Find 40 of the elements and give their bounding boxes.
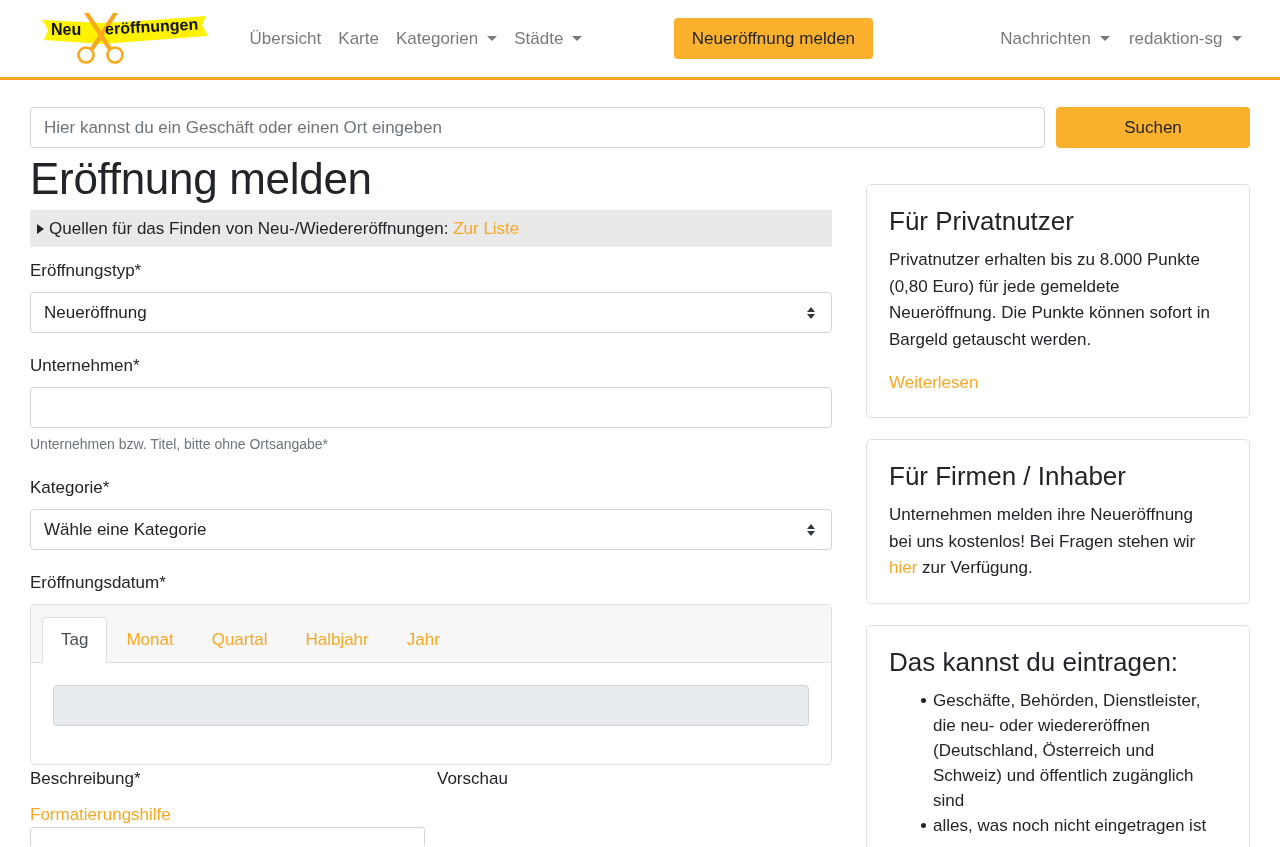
field-label: Eröffnungstyp*: [30, 260, 143, 282]
search-button[interactable]: Suchen: [1056, 107, 1250, 148]
caret-icon: [1231, 36, 1242, 41]
select-field[interactable]: Neueröffnung: [30, 292, 832, 333]
card-text: Unternehmen melden ihre Neueröffnung bei uns kostenlos! Bei Fragen stehen wir hier zur Verfügung.: [889, 504, 1197, 579]
bullet-icon: [921, 697, 926, 703]
field-label: Eröffnungsdatum*: [30, 572, 167, 594]
description-field[interactable]: [30, 827, 425, 846]
caret-icon: [572, 36, 583, 41]
company-field[interactable]: [30, 387, 832, 428]
page-title: Eröffnung melden: [30, 153, 373, 205]
help-text: Unternehmen bzw. Titel, bitte ohne Ortsangabe*: [30, 435, 330, 454]
dropdown-toggle[interactable]: redaktion-sg: [1120, 18, 1250, 59]
select-field[interactable]: Wähle eine Kategorie: [30, 509, 832, 550]
field-label: Beschreibung*: [30, 768, 142, 790]
updown-arrows-icon: [807, 523, 815, 536]
caret-icon: [1099, 36, 1110, 41]
card-title: Das kannst du eintragen:: [889, 646, 1180, 678]
bullet-icon: [921, 822, 926, 828]
date-tab[interactable]: Tag: [42, 617, 108, 663]
list-item-text: alles, was noch nicht eingetragen ist: [933, 814, 1207, 837]
report-button[interactable]: Neueröffnung melden: [673, 18, 874, 59]
field-label: Kategorie*: [30, 477, 111, 499]
disclosure-triangle-icon[interactable]: [37, 223, 44, 234]
search-field[interactable]: Hier kannst du ein Geschäft oder einen Ort eingeben: [30, 107, 1045, 148]
card-title: Für Firmen / Inhaber: [889, 461, 1127, 492]
caret-icon: [487, 36, 498, 41]
logo-text: eröffnungen: [104, 15, 199, 38]
sources-text: Quellen für das Finden von Neu-/Wiedereröffnungen: Zur Liste: [49, 218, 520, 240]
nav-link[interactable]: Karte: [329, 18, 388, 59]
dropdown-toggle[interactable]: Nachrichten: [991, 18, 1119, 59]
logo-text: Neu: [51, 20, 82, 39]
nav-link[interactable]: Übersicht: [241, 18, 330, 59]
preview-label: Vorschau: [437, 768, 509, 790]
updown-arrows-icon: [807, 306, 815, 319]
dropdown-toggle[interactable]: Städte: [505, 18, 591, 59]
card-text: Privatnutzer erhalten bis zu 8.000 Punkte (0,80 Euro) für jede gemeldete Neueröffnung. Die Punkte können sofort in Bargeld getauscht werden.: [889, 249, 1211, 351]
card-title: Für Privatnutzer: [889, 206, 1075, 237]
dropdown-toggle[interactable]: Kategorien: [387, 18, 506, 59]
field-label: Unternehmen*: [30, 355, 141, 377]
